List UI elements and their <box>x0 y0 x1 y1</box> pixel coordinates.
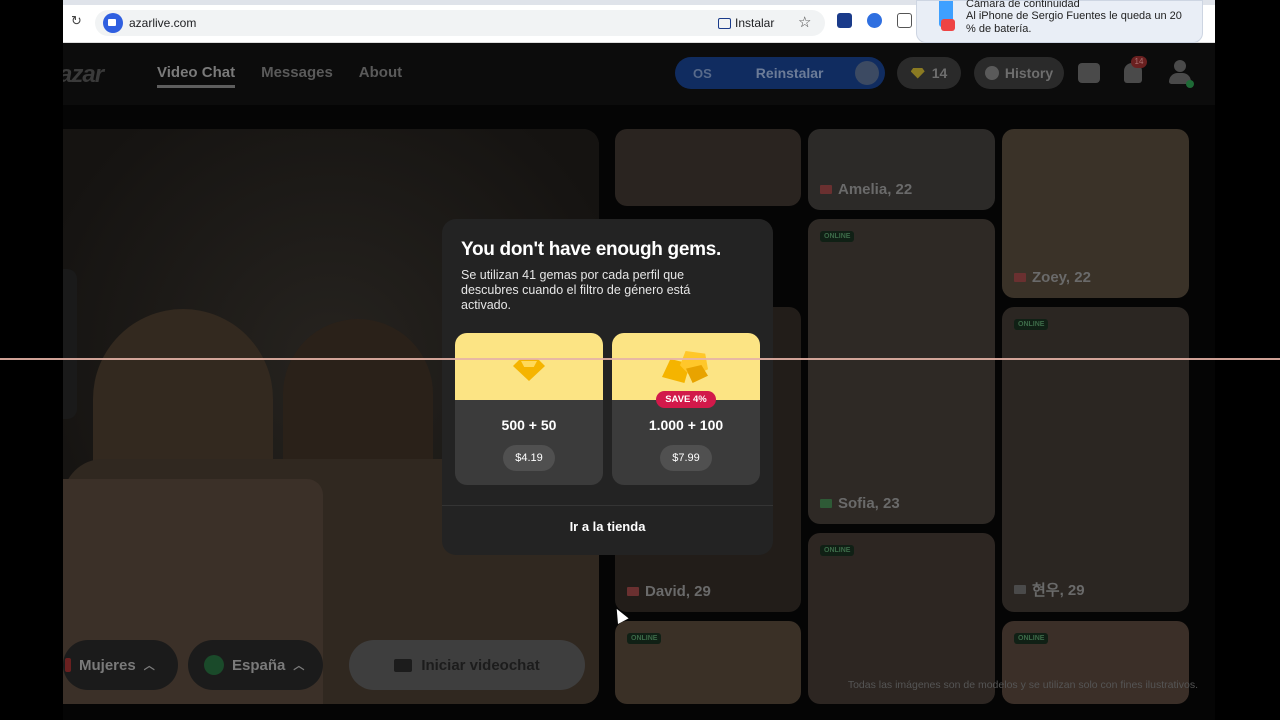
gem-pack-1000[interactable]: SAVE 4% 1.000 + 100 $7.99 <box>612 333 760 485</box>
main-nav: Video Chat Messages About <box>157 64 402 88</box>
cloud-download-icon <box>855 61 879 85</box>
profile-name: Amelia, 22 <box>820 181 912 198</box>
gender-icon <box>65 658 71 672</box>
modal-description: Se utilizan 41 gemas por cada perfil que… <box>461 268 691 312</box>
history-button[interactable]: History <box>974 57 1064 89</box>
profile-card-label: Zoey, 22 <box>1002 129 1189 298</box>
notifications-badge: 14 <box>1131 56 1147 68</box>
clock-icon <box>984 66 999 80</box>
gems-cluster-icon <box>662 351 710 385</box>
pack-amount: 500 + 50 <box>501 417 557 433</box>
flag-italy-icon <box>820 499 832 508</box>
profile-card[interactable]: ONLINE 현우, 29 <box>1002 307 1189 612</box>
extensions-puzzle-icon[interactable] <box>897 13 912 28</box>
reload-icon[interactable]: ↻ <box>71 14 85 28</box>
chevron-up-icon: ︿ <box>293 660 305 672</box>
flag-us-icon <box>1014 273 1026 282</box>
battery-badge-icon <box>941 19 955 31</box>
profile-name: David, 29 <box>627 583 711 600</box>
video-camera-icon <box>394 658 413 672</box>
gems-count: 14 <box>931 65 948 81</box>
start-videochat-button[interactable]: Iniciar videochat <box>349 640 585 690</box>
url-text[interactable]: azarlive.com <box>129 16 196 30</box>
pack-price[interactable]: $4.19 <box>503 445 555 471</box>
save-badge: SAVE 4% <box>656 391 716 408</box>
azar-logo[interactable]: azar <box>63 61 104 89</box>
promo-os-text: OS <box>693 65 712 81</box>
avatar-head <box>1174 60 1186 72</box>
online-badge: ONLINE <box>627 633 662 644</box>
country-filter-button[interactable]: España ︿ <box>188 640 323 690</box>
online-status-dot <box>1186 80 1194 88</box>
nav-video-chat[interactable]: Video Chat <box>157 64 236 88</box>
gem-icon <box>910 67 925 79</box>
gem-pack-500[interactable]: 500 + 50 $4.19 <box>455 333 603 485</box>
country-filter-label: España <box>232 656 286 674</box>
online-badge: ONLINE <box>1014 319 1049 330</box>
side-controls[interactable] <box>63 269 77 419</box>
nav-about[interactable]: About <box>359 64 402 88</box>
profile-card[interactable] <box>615 129 801 206</box>
history-label: History <box>1004 65 1054 81</box>
install-label: Instalar <box>735 16 775 30</box>
online-badge: ONLINE <box>1014 633 1049 644</box>
bookmark-star-icon[interactable]: ☆ <box>798 13 811 31</box>
extension-circle-icon[interactable] <box>867 13 882 28</box>
extension-bitwarden-icon[interactable] <box>837 13 852 28</box>
profile-card[interactable]: ONLINE <box>1002 621 1189 704</box>
flag-us-icon <box>820 185 832 194</box>
inbox-icon[interactable] <box>1078 63 1100 83</box>
notification-body: Al iPhone de Sergio Fuentes le queda un … <box>966 10 1182 35</box>
profile-name: 현우, 29 <box>1014 579 1085 600</box>
gender-filter-button[interactable]: Mujeres ︿ <box>63 640 178 690</box>
install-icon <box>718 17 731 29</box>
globe-icon <box>204 655 224 675</box>
notification-title: Cámara de continuidad <box>966 0 1080 10</box>
online-badge: ONLINE <box>820 231 855 242</box>
address-bar[interactable] <box>95 10 825 36</box>
flag-us-icon <box>627 587 639 596</box>
pack-amount: 1.000 + 100 <box>648 417 724 433</box>
pack-price[interactable]: $7.99 <box>660 445 712 471</box>
extension-icons <box>837 13 912 28</box>
gems-balance-button[interactable]: 14 <box>897 57 961 89</box>
not-enough-gems-modal: You don't have enough gems. Se utilizan … <box>442 219 773 555</box>
profile-name: Sofia, 23 <box>820 495 900 512</box>
profile-card[interactable]: ONLINE Sofia, 23 <box>808 219 995 524</box>
screen-scan-line <box>0 358 1280 360</box>
profile-card[interactable]: Amelia, 22 <box>808 129 995 210</box>
nav-messages[interactable]: Messages <box>261 64 333 88</box>
online-badge: ONLINE <box>820 545 855 556</box>
user-avatar[interactable] <box>1169 60 1194 88</box>
modal-title: You don't have enough gems. <box>461 239 721 260</box>
install-app-button[interactable]: Instalar <box>718 13 774 33</box>
site-camera-icon <box>103 13 123 33</box>
chevron-up-icon: ︿ <box>143 660 155 672</box>
go-to-store-button[interactable]: Ir a la tienda <box>442 506 773 555</box>
disclaimer-text: Todas las imágenes son de modelos y se u… <box>847 679 1198 691</box>
start-videochat-label: Iniciar videochat <box>421 656 540 674</box>
system-notification[interactable]: Cámara de continuidad Al iPhone de Sergi… <box>916 0 1203 43</box>
profile-card[interactable]: ONLINE <box>615 621 801 704</box>
profile-name: Zoey, 22 <box>1014 269 1091 286</box>
gender-filter-label: Mujeres <box>79 656 136 674</box>
reinstall-banner[interactable]: OS Reinstalar <box>675 57 885 89</box>
app-header: azar Video Chat Messages About OS Reinst… <box>63 43 1215 105</box>
flag-korea-icon <box>1014 585 1026 594</box>
reinstall-label: Reinstalar <box>755 65 824 81</box>
